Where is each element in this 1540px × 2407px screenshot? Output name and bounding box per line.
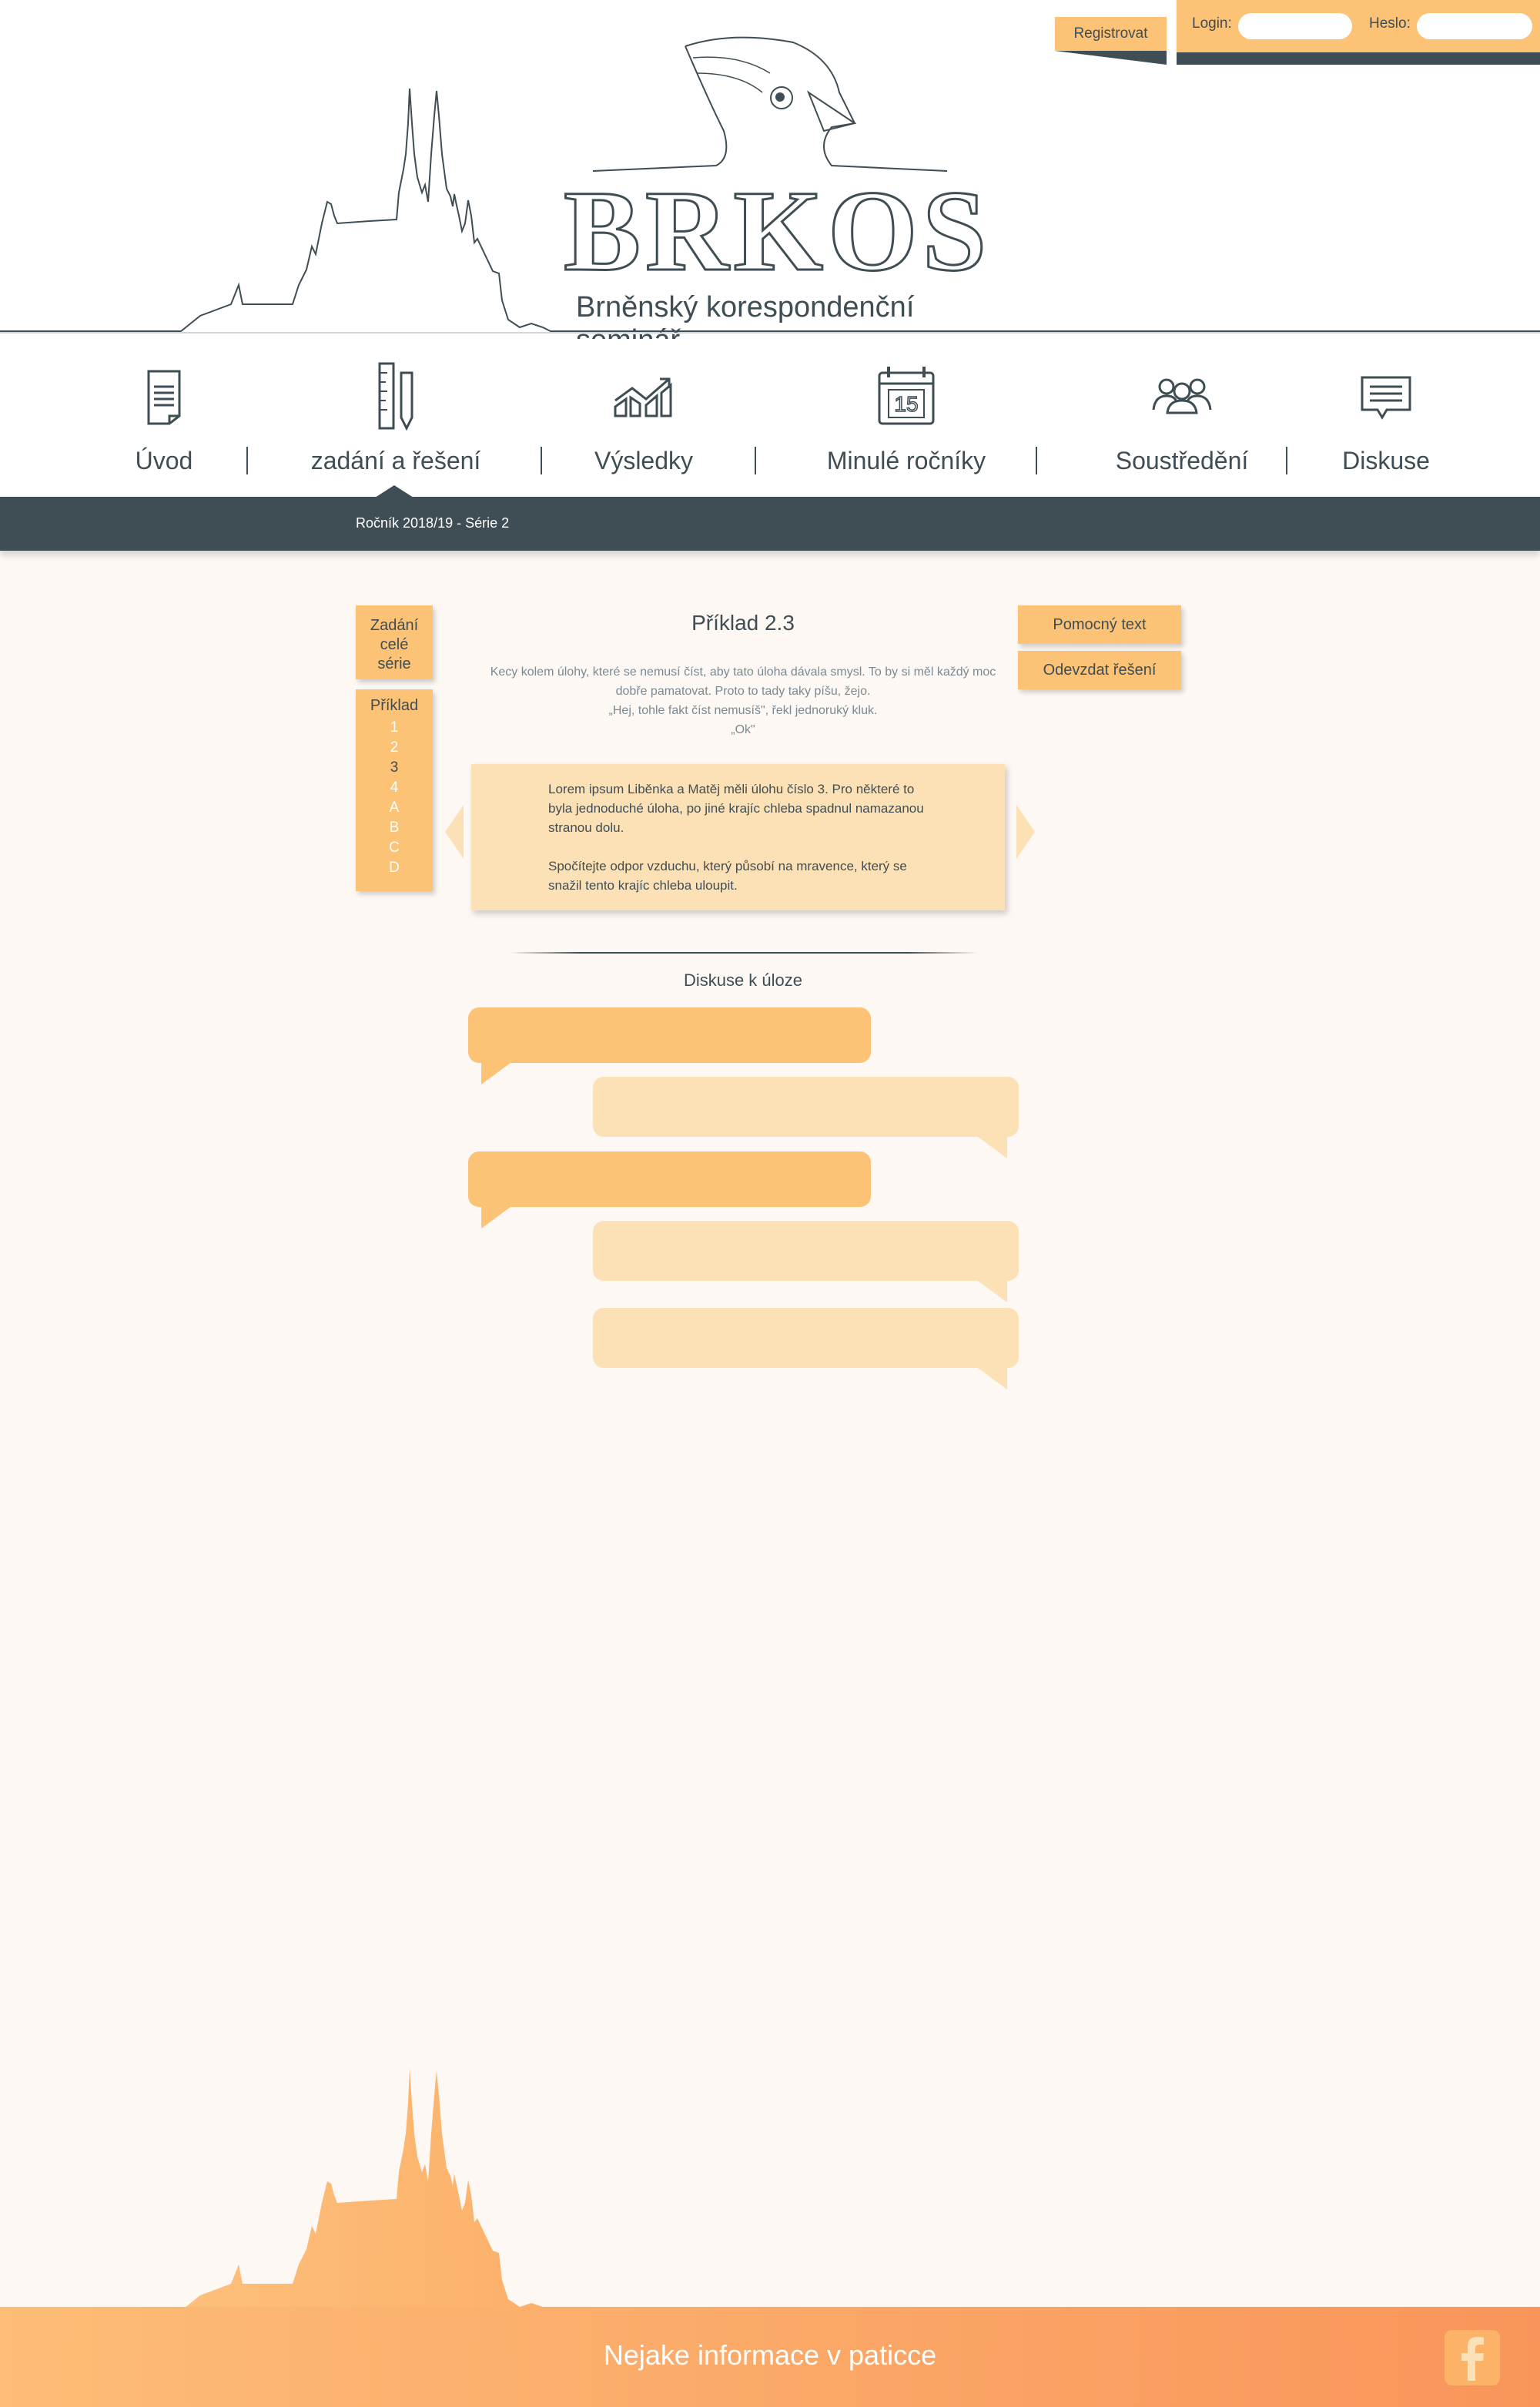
login-input[interactable] bbox=[1238, 13, 1352, 39]
document-icon bbox=[147, 370, 181, 425]
chat-bubble-tail bbox=[481, 1063, 511, 1084]
facebook-icon[interactable] bbox=[1445, 2330, 1500, 2385]
chat-icon bbox=[1361, 376, 1411, 420]
problem-title: Příklad 2.3 bbox=[691, 611, 795, 635]
chat-bubble-right bbox=[593, 1077, 1019, 1137]
task-box: Lorem ipsum Liběnka a Matěj měli úlohu č… bbox=[471, 764, 1005, 910]
chat-bubble-left bbox=[468, 1152, 871, 1207]
logo-title: BRKOS bbox=[563, 167, 992, 295]
intro-line: „Hej, tohle fakt číst nemusíš", řekl jed… bbox=[608, 704, 878, 717]
next-problem-arrow[interactable] bbox=[1016, 805, 1035, 859]
footer-text: Nejake informace v paticce bbox=[603, 2339, 937, 2371]
ruler-pencil-icon bbox=[378, 362, 413, 431]
login-label: Login: bbox=[1192, 15, 1232, 32]
problem-intro: Kecy kolem úlohy, které se nemusí číst, … bbox=[485, 662, 1001, 739]
nav-label: Minulé ročníky bbox=[826, 447, 986, 474]
problem-list: Příklad 1 2 3 4 A B C D bbox=[356, 689, 433, 891]
nav-label: Soustředění bbox=[1115, 447, 1249, 474]
chat-bubble-tail bbox=[978, 1281, 1007, 1302]
whole-series-line: celé bbox=[380, 636, 409, 653]
password-input[interactable] bbox=[1417, 13, 1532, 39]
nav-item-soustredeni[interactable]: Soustředění bbox=[1082, 362, 1282, 475]
nav-item-minule-rocniky[interactable]: 15 Minulé ročníky bbox=[806, 362, 1006, 475]
login-bar: Login: Heslo: bbox=[1177, 0, 1540, 52]
intro-line: „Ok" bbox=[731, 723, 755, 736]
login-bar-shadow bbox=[1177, 52, 1540, 65]
chat-bubble-tail bbox=[978, 1368, 1007, 1390]
header: BRKOS Brněnský korespondenční seminář Re… bbox=[0, 0, 1540, 357]
nav-label: zadání a řešení bbox=[310, 447, 481, 474]
intro-line: dobře pamatovat. Proto to tady taky píšu… bbox=[615, 685, 871, 698]
footer: Nejake informace v paticce bbox=[0, 2307, 1540, 2407]
problem-link[interactable]: B bbox=[356, 818, 433, 838]
whole-series-line: série bbox=[377, 655, 411, 672]
problem-link[interactable]: A bbox=[356, 798, 433, 818]
problem-link-active[interactable]: 3 bbox=[356, 758, 433, 778]
problem-list-heading: Příklad bbox=[370, 697, 419, 714]
chat-bubble-tail bbox=[481, 1207, 511, 1229]
help-text-button[interactable]: Pomocný text bbox=[1018, 605, 1181, 644]
series-bar: Ročník 2018/19 - Série 2 bbox=[0, 497, 1540, 551]
people-icon bbox=[1152, 378, 1212, 414]
nav-item-diskuse[interactable]: Diskuse bbox=[1286, 362, 1486, 475]
chat-bubble-tail bbox=[978, 1137, 1007, 1158]
skyline-silhouette bbox=[181, 2068, 551, 2311]
nav-label: Výsledky bbox=[594, 447, 694, 474]
nav-label: Diskuse bbox=[1342, 447, 1430, 474]
problem-link[interactable]: 1 bbox=[356, 718, 433, 738]
nav-separator bbox=[246, 447, 248, 474]
nav-item-uvod[interactable]: Úvod bbox=[64, 362, 264, 475]
chat-bubble-right bbox=[593, 1308, 1019, 1368]
submit-solution-button[interactable]: Odevzdat řešení bbox=[1018, 651, 1181, 689]
intro-line: Kecy kolem úlohy, které se nemusí číst, … bbox=[490, 665, 996, 679]
calendar-icon: 15 bbox=[878, 367, 935, 425]
chat-bubble-left bbox=[468, 1007, 871, 1063]
problem-link[interactable]: 2 bbox=[356, 738, 433, 758]
whole-series-button[interactable]: Zadání celé série bbox=[356, 605, 433, 679]
series-label: Ročník 2018/19 - Série 2 bbox=[356, 515, 510, 531]
nav-separator bbox=[541, 447, 542, 474]
nav-separator bbox=[755, 447, 756, 474]
password-label: Heslo: bbox=[1369, 15, 1411, 32]
discussion-title: Diskuse k úloze bbox=[683, 971, 803, 990]
nav-item-vysledky[interactable]: Výsledky bbox=[544, 362, 744, 475]
task-text: Lorem ipsum Liběnka a Matěj měli úlohu č… bbox=[548, 782, 924, 835]
problem-link[interactable]: D bbox=[356, 858, 433, 878]
calendar-number: 15 bbox=[894, 392, 918, 416]
task-question: Spočítejte odpor vzduchu, který působí n… bbox=[548, 859, 907, 893]
chart-icon bbox=[614, 377, 672, 417]
main-nav: Úvod zadání a řešení Výsledky 15 Minulé … bbox=[0, 339, 1540, 497]
nav-item-zadani[interactable]: zadání a řešení bbox=[296, 362, 496, 475]
previous-problem-arrow[interactable] bbox=[445, 805, 464, 859]
problem-link[interactable]: C bbox=[356, 838, 433, 858]
register-button[interactable]: Registrovat bbox=[1055, 17, 1167, 51]
chat-bubble-right bbox=[593, 1221, 1019, 1281]
discussion-divider bbox=[510, 952, 978, 954]
nav-separator bbox=[1036, 447, 1037, 474]
problem-link[interactable]: 4 bbox=[356, 778, 433, 798]
nav-label: Úvod bbox=[135, 447, 193, 474]
whole-series-line: Zadání bbox=[370, 617, 419, 634]
